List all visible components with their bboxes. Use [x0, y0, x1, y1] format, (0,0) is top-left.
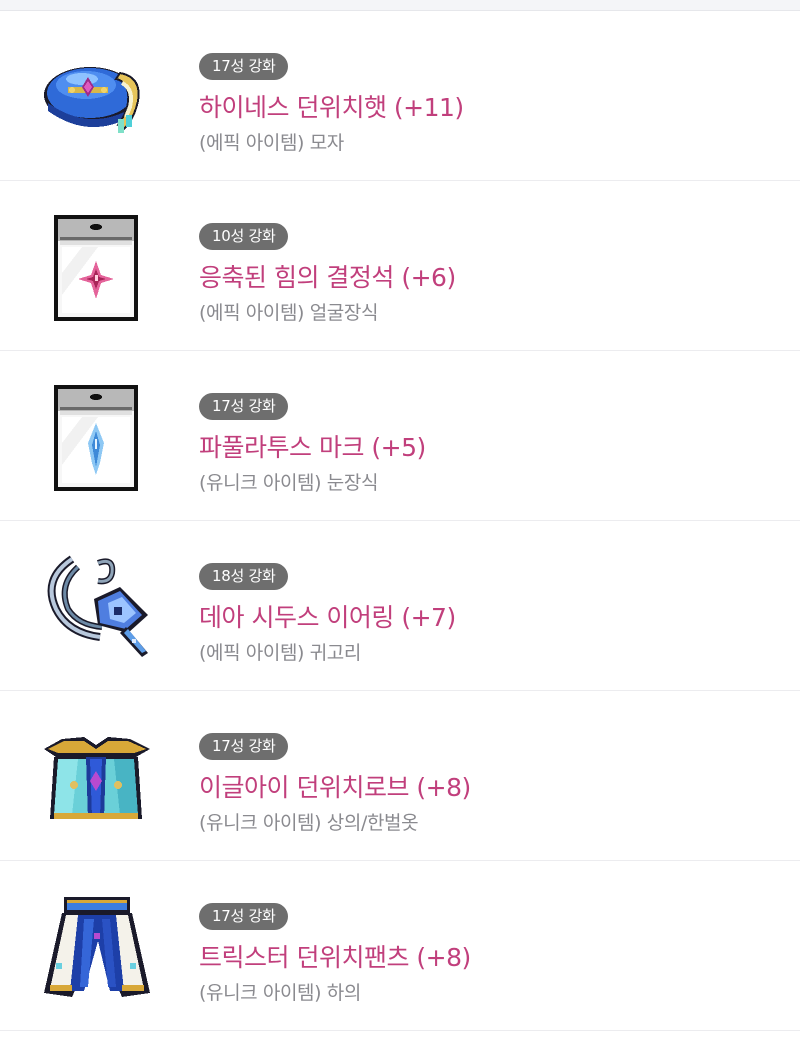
star-force-badge: 17성 강화	[199, 393, 289, 420]
item-info: 17성 강화 트릭스터 던위치팬츠 (+8) (유니크 아이템) 하의	[199, 903, 780, 1006]
equipment-list: 17성 강화 하이네스 던위치햇 (+11) (에픽 아이템) 모자 10성 강…	[0, 11, 800, 1031]
item-type: (에픽 아이템) 귀고리	[199, 642, 361, 664]
list-item[interactable]: 17성 강화 트릭스터 던위치팬츠 (+8) (유니크 아이템) 하의	[0, 861, 800, 1031]
item-name[interactable]: 데아 시두스 이어링 (+7)	[199, 602, 780, 634]
pink-crystal-card-icon	[38, 213, 154, 321]
item-type: (유니크 아이템) 하의	[199, 982, 361, 1004]
item-name[interactable]: 파풀라투스 마크 (+5)	[199, 432, 780, 464]
list-item[interactable]: 17성 강화 하이네스 던위치햇 (+11) (에픽 아이템) 모자	[0, 11, 800, 181]
blue-robe-icon	[38, 723, 154, 831]
list-item[interactable]: 17성 강화 파풀라투스 마크 (+5) (유니크 아이템) 눈장식	[0, 351, 800, 521]
item-type: (에픽 아이템) 얼굴장식	[199, 302, 379, 324]
earring-icon	[38, 553, 154, 661]
star-force-badge: 10성 강화	[199, 223, 289, 250]
blue-wizard-hat-icon	[38, 43, 154, 151]
blue-pants-icon	[38, 893, 154, 1001]
item-name[interactable]: 트릭스터 던위치팬츠 (+8)	[199, 942, 780, 974]
item-info: 17성 강화 하이네스 던위치햇 (+11) (에픽 아이템) 모자	[199, 53, 780, 156]
top-divider-strip	[0, 0, 800, 11]
item-name[interactable]: 이글아이 던위치로브 (+8)	[199, 772, 780, 804]
star-force-badge: 17성 강화	[199, 733, 289, 760]
item-name[interactable]: 응축된 힘의 결정석 (+6)	[199, 262, 780, 294]
star-force-badge: 18성 강화	[199, 563, 289, 590]
item-info: 18성 강화 데아 시두스 이어링 (+7) (에픽 아이템) 귀고리	[199, 563, 780, 666]
blue-crystal-card-icon	[38, 383, 154, 491]
list-item[interactable]: 17성 강화 이글아이 던위치로브 (+8) (유니크 아이템) 상의/한벌옷	[0, 691, 800, 861]
star-force-badge: 17성 강화	[199, 53, 289, 80]
item-type: (유니크 아이템) 상의/한벌옷	[199, 812, 419, 834]
item-info: 17성 강화 이글아이 던위치로브 (+8) (유니크 아이템) 상의/한벌옷	[199, 733, 780, 836]
item-info: 17성 강화 파풀라투스 마크 (+5) (유니크 아이템) 눈장식	[199, 393, 780, 496]
list-item[interactable]: 10성 강화 응축된 힘의 결정석 (+6) (에픽 아이템) 얼굴장식	[0, 181, 800, 351]
list-item[interactable]: 18성 강화 데아 시두스 이어링 (+7) (에픽 아이템) 귀고리	[0, 521, 800, 691]
item-type: (에픽 아이템) 모자	[199, 132, 344, 154]
item-info: 10성 강화 응축된 힘의 결정석 (+6) (에픽 아이템) 얼굴장식	[199, 223, 780, 326]
item-type: (유니크 아이템) 눈장식	[199, 472, 379, 494]
star-force-badge: 17성 강화	[199, 903, 289, 930]
item-name[interactable]: 하이네스 던위치햇 (+11)	[199, 92, 780, 124]
